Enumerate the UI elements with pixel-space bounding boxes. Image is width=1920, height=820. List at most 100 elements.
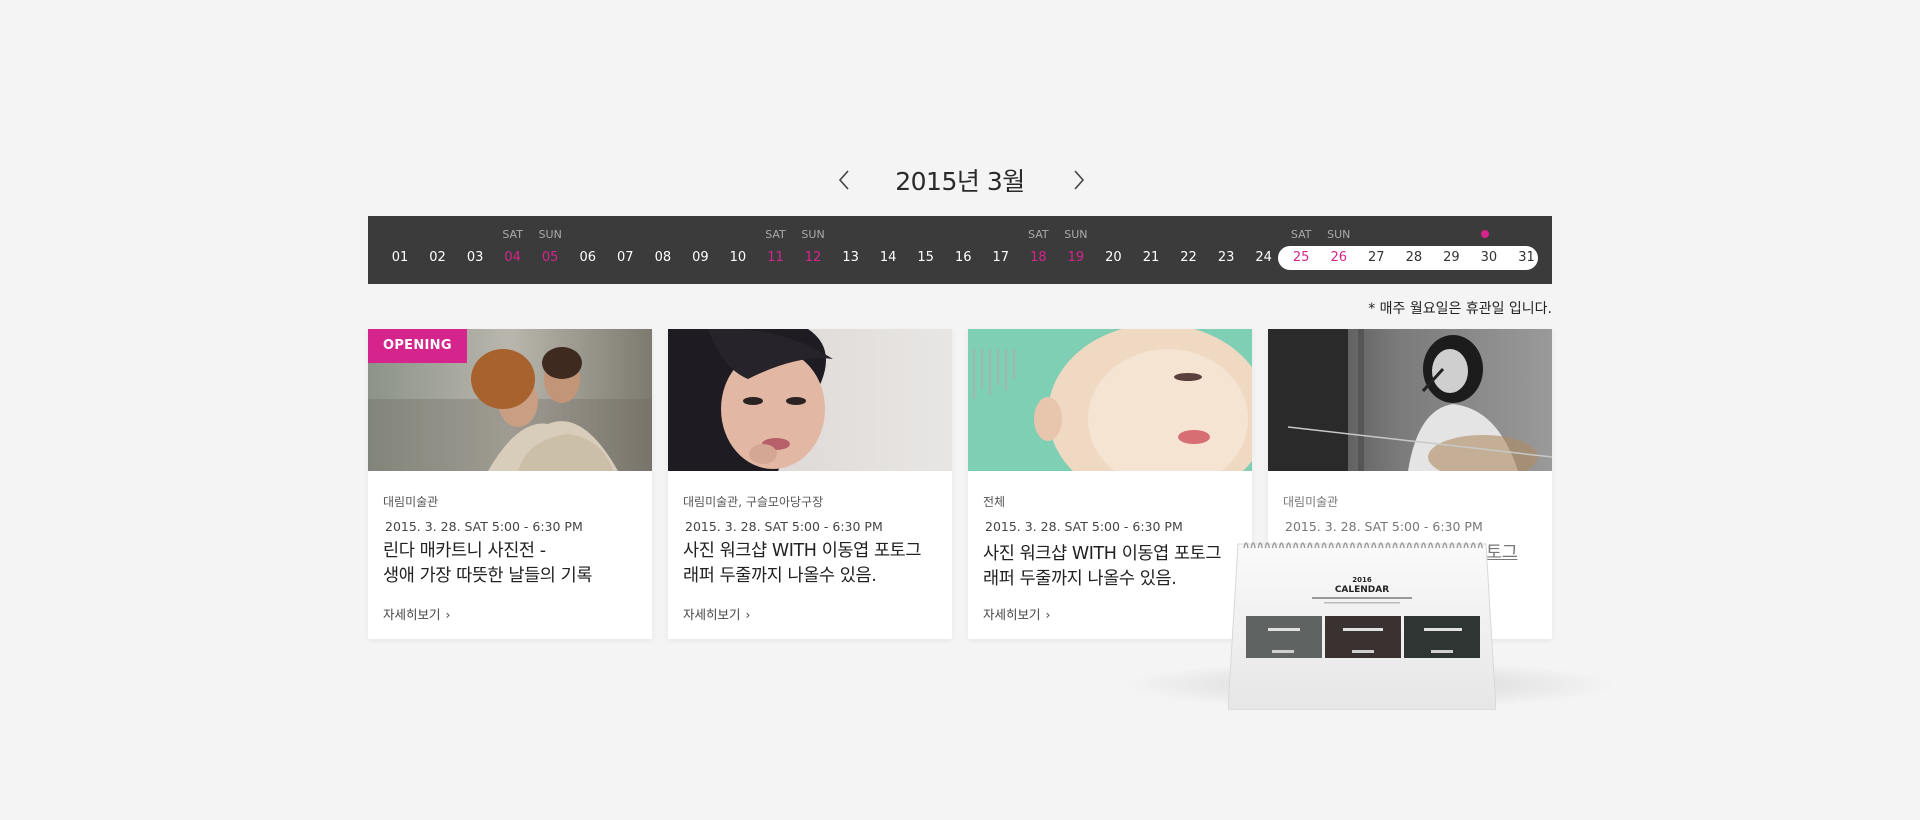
event-title-line: 사진 워크샵 WITH 이동엽 포토그 [983,544,1222,564]
calendar-day[interactable]: 24 [1245,216,1283,284]
day-number: 03 [466,250,484,265]
more-link[interactable]: 자세히보기 › [383,604,450,623]
day-number: 19 [1067,250,1085,265]
closed-day-note: * 매주 월요일은 휴관일 입니다. [1368,301,1552,317]
calendar-day[interactable]: 01 [381,216,419,284]
event-title: 사진 워크샵 WITH 이동엽 포토그 래퍼 두줄까지 나올수 있음. [683,539,943,589]
calendar-day[interactable]: 29 [1432,216,1470,284]
event-title: 린다 매카트니 사진전 - 생애 가장 따뜻한 날들의 기록 [383,539,643,589]
desk-calendar-illustration: 2016 CALENDAR [1228,536,1496,710]
calendar-day[interactable]: 21 [1132,216,1170,284]
event-card[interactable]: 전체 2015. 3. 28. SAT 5:00 - 6:30 PM 사진 워크… [968,329,1252,639]
calendar-day[interactable]: 20 [1094,216,1132,284]
more-link-label: 자세히보기 [683,607,741,622]
day-number: 05 [541,250,559,265]
opening-badge: OPENING [368,329,467,363]
calendar-day[interactable]: SAT 18 [1019,216,1057,284]
event-card[interactable]: 대림미술관, 구슬모아당구장 2015. 3. 28. SAT 5:00 - 6… [668,329,952,639]
more-link[interactable]: 자세히보기 › [983,604,1050,623]
day-number: 16 [954,250,972,265]
calendar-day[interactable]: SUN 26 [1320,216,1358,284]
desk-calendar-label: CALENDAR [1335,585,1389,595]
calendar-day[interactable]: 23 [1207,216,1245,284]
chevron-right-icon: › [745,608,751,622]
calendar-day[interactable]: 16 [944,216,982,284]
event-time: 2015. 3. 28. SAT 5:00 - 6:30 PM [985,519,1183,534]
calendar-day[interactable]: SAT 04 [494,216,532,284]
calendar-day[interactable]: 30 [1470,216,1508,284]
calendar-day[interactable]: 02 [419,216,457,284]
day-number: 24 [1255,250,1272,265]
day-number: 21 [1142,250,1160,265]
month-navigation: 2015년 3월 [0,160,1920,200]
day-number: 30 [1480,250,1498,265]
calendar-day[interactable]: 28 [1395,216,1433,284]
calendar-day-strip: 01 02 03 SAT 04 SUN 05 06 07 08 09 10 SAT 11 SUN 12 13 14… [368,216,1552,284]
calendar-day[interactable]: 06 [569,216,607,284]
day-number: 28 [1405,250,1423,265]
day-number: 09 [692,250,709,265]
calendar-day[interactable]: 14 [869,216,907,284]
calendar-day[interactable]: 15 [907,216,945,284]
event-card[interactable]: OPENING 대림미술관 2015. 3. 28. SAT 5:00 - 6:… [368,329,652,639]
event-title-line: 린다 매카트니 사진전 - [383,541,546,561]
calendar-day[interactable]: SUN 05 [531,216,569,284]
more-link[interactable]: 자세히보기 › [683,604,750,623]
day-number: 13 [842,250,859,265]
event-title-line: 래퍼 두줄까지 나올수 있음. [983,569,1177,589]
weekday-label: SUN [538,228,562,241]
calendar-day[interactable]: SAT 25 [1282,216,1320,284]
more-link-label: 자세히보기 [383,607,441,622]
day-number: 25 [1292,250,1310,265]
event-time: 2015. 3. 28. SAT 5:00 - 6:30 PM [685,519,883,534]
weekday-label: SUN [801,228,825,241]
day-number: 06 [579,250,597,265]
weekday-label: SAT [1290,228,1312,241]
day-number: 17 [992,250,1010,265]
day-number: 08 [654,250,672,265]
chevron-right-icon [1074,170,1085,190]
calendar-day[interactable]: SAT 11 [757,216,795,284]
chevron-right-icon: › [1045,608,1051,622]
calendar-day[interactable]: 07 [606,216,644,284]
calendar-day[interactable]: 03 [456,216,494,284]
event-photo [668,329,952,471]
calendar-day[interactable]: SUN 19 [1057,216,1095,284]
event-time: 2015. 3. 28. SAT 5:00 - 6:30 PM [1285,519,1483,534]
event-title-line: 사진 워크샵 WITH 이동엽 포토그 [683,541,922,561]
day-number: 14 [879,250,897,265]
calendar-day[interactable]: 08 [644,216,682,284]
event-photo [968,329,1252,471]
day-number: 15 [917,250,934,265]
calendar-day[interactable]: 13 [832,216,870,284]
day-number: 27 [1368,250,1385,265]
event-venue: 전체 [983,495,1006,509]
calendar-day[interactable]: SUN 12 [794,216,832,284]
weekday-label: SAT [1028,228,1049,241]
event-venue: 대림미술관, 구슬모아당구장 [683,495,824,509]
calendar-day[interactable]: 09 [681,216,719,284]
day-number: 02 [429,250,446,265]
calendar-day[interactable]: 27 [1357,216,1395,284]
day-number: 22 [1180,250,1197,265]
calendar-day[interactable]: 31 [1508,216,1546,284]
month-title: 2015년 3월 [895,167,1025,196]
next-month-button[interactable] [1066,168,1090,192]
day-number: 04 [504,250,521,265]
day-number: 20 [1105,250,1122,265]
day-number: 31 [1518,250,1535,265]
event-photo [1268,329,1552,471]
weekday-label: SAT [765,228,786,241]
day-number: 18 [1030,250,1047,265]
event-title-line: 래퍼 두줄까지 나올수 있음. [683,566,877,586]
calendar-day[interactable]: 22 [1170,216,1208,284]
desk-calendar-year: 2016 [1352,576,1372,584]
day-number: 29 [1443,250,1460,265]
day-number: 07 [617,250,634,265]
day-number: 12 [804,250,822,265]
calendar-day[interactable]: 10 [719,216,757,284]
more-link-label: 자세히보기 [983,607,1041,622]
chevron-right-icon: › [445,608,451,622]
calendar-day[interactable]: 17 [982,216,1020,284]
day-number: 10 [729,250,747,265]
